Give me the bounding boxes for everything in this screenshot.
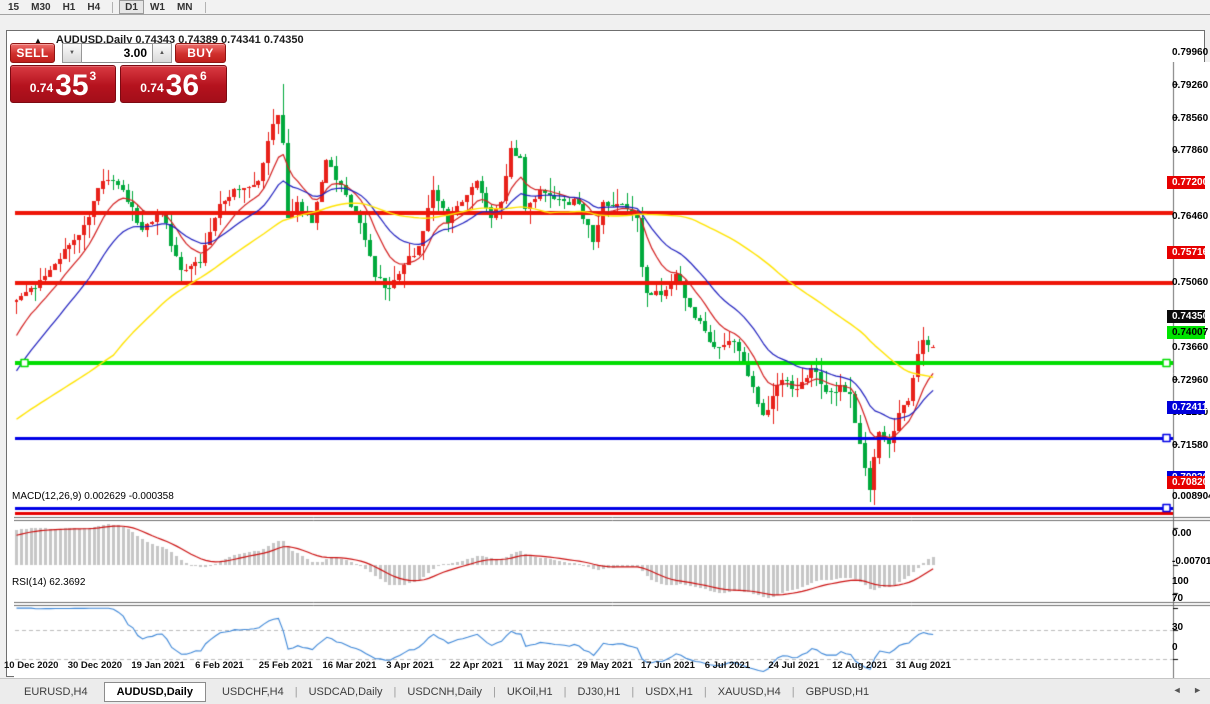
date-axis-label: 19 Jan 2021 xyxy=(131,660,184,671)
date-axis-label: 3 Apr 2021 xyxy=(386,660,434,671)
price-axis-label: 0.75060 xyxy=(1172,277,1208,288)
current-price-badge: 0.74350 xyxy=(1167,310,1205,323)
toolbar-separator xyxy=(112,2,113,13)
toolbar-separator xyxy=(205,2,206,13)
lot-size-input[interactable] xyxy=(82,43,152,63)
timeframe-button-m30[interactable]: M30 xyxy=(25,0,56,14)
rsi-axis-label: 100 xyxy=(1172,576,1189,587)
tab-usdcad-daily[interactable]: USDCAD,Daily xyxy=(299,683,393,701)
date-axis-label: 16 Mar 2021 xyxy=(323,660,377,671)
macd-axis-label: -0.007013 xyxy=(1172,556,1210,567)
date-axis-label: 11 May 2021 xyxy=(514,660,569,671)
timeframe-button-d1[interactable]: D1 xyxy=(119,0,144,14)
tab-scroll-left-icon[interactable]: ◄ xyxy=(1173,685,1182,695)
tab-usdcnh-daily[interactable]: USDCNH,Daily xyxy=(397,683,492,701)
price-chart-canvas[interactable] xyxy=(14,62,1210,685)
tab-eurusd-h4[interactable]: EURUSD,H4 xyxy=(14,683,98,701)
timeframe-button-15[interactable]: 15 xyxy=(2,0,25,14)
mt4-application: 15M30H1H4D1W1MN ▲ AUDUSD,Daily 0.74343 0… xyxy=(0,0,1210,704)
date-axis-label: 12 Aug 2021 xyxy=(832,660,887,671)
buy-price-prefix: 0.74 xyxy=(140,81,163,95)
sell-price-big: 35 xyxy=(55,73,88,99)
price-axis-label: 0.76460 xyxy=(1172,211,1208,222)
price-line-badge: 0.70820 xyxy=(1167,476,1205,489)
date-axis-label: 22 Apr 2021 xyxy=(450,660,503,671)
tab-ukoil-h1[interactable]: UKOil,H1 xyxy=(497,683,563,701)
price-line-badge: 0.74007 xyxy=(1167,326,1205,339)
chart-window xyxy=(6,30,1205,677)
lot-decrease-button[interactable]: ▼ xyxy=(62,43,82,63)
date-axis-label: 6 Feb 2021 xyxy=(195,660,244,671)
chevron-up-icon: ▲ xyxy=(159,50,165,56)
price-axis-label: 0.71580 xyxy=(1172,440,1208,451)
price-line-badge: 0.75716 xyxy=(1167,246,1205,259)
price-line-badge: 0.77200 xyxy=(1167,176,1205,189)
date-axis-label: 29 May 2021 xyxy=(577,660,632,671)
tab-scroll-arrows: ◄ ► xyxy=(1164,685,1202,695)
date-axis-label: 30 Dec 2020 xyxy=(68,660,122,671)
date-axis-label: 10 Dec 2020 xyxy=(4,660,58,671)
sell-price-sup: 3 xyxy=(90,69,97,83)
symbol-tab-bar: EURUSD,H4 AUDUSD,Daily USDCHF,H4|USDCAD,… xyxy=(0,678,1210,704)
date-axis-label: 24 Jul 2021 xyxy=(768,660,819,671)
macd-axis-label: 0.00 xyxy=(1172,528,1191,539)
macd-indicator-label: MACD(12,26,9) 0.002629 -0.000358 xyxy=(12,491,174,502)
one-click-trading-panel: SELL ▼ ▲ BUY 0.74 35 3 0.74 36 6 xyxy=(10,43,228,103)
price-axis-label: 0.72960 xyxy=(1172,375,1208,386)
timeframe-toolbar: 15M30H1H4 D1W1MN xyxy=(0,0,1210,15)
rsi-axis-label: 0 xyxy=(1172,642,1178,653)
buy-price-sup: 6 xyxy=(200,69,207,83)
chevron-down-icon: ▼ xyxy=(69,50,75,56)
date-axis-label: 17 Jun 2021 xyxy=(641,660,695,671)
tab-audusd-daily[interactable]: AUDUSD,Daily xyxy=(104,682,206,702)
buy-button[interactable]: BUY xyxy=(175,43,226,63)
tab-usdx-h1[interactable]: USDX,H1 xyxy=(635,683,703,701)
date-axis-label: 31 Aug 2021 xyxy=(896,660,951,671)
timeframe-button-h4[interactable]: H4 xyxy=(81,0,106,14)
rsi-axis-label: 30 xyxy=(1172,622,1183,633)
price-axis-label: 0.77860 xyxy=(1172,145,1208,156)
timeframe-button-h1[interactable]: H1 xyxy=(57,0,82,14)
sell-price-display[interactable]: 0.74 35 3 xyxy=(10,65,116,103)
date-axis-label: 6 Jul 2021 xyxy=(705,660,750,671)
tab-usdchf-h4[interactable]: USDCHF,H4 xyxy=(212,683,294,701)
price-axis-label: 0.73660 xyxy=(1172,342,1208,353)
price-axis-label: 0.79260 xyxy=(1172,80,1208,91)
tab-scroll-right-icon[interactable]: ► xyxy=(1193,685,1202,695)
price-axis-label: 0.78560 xyxy=(1172,113,1208,124)
buy-price-display[interactable]: 0.74 36 6 xyxy=(120,65,227,103)
rsi-axis-label: 70 xyxy=(1172,593,1183,604)
price-line-badge: 0.72411 xyxy=(1167,401,1205,414)
macd-axis-label: 0.008904 xyxy=(1172,491,1210,502)
sell-button[interactable]: SELL xyxy=(10,43,55,63)
tab-dj30-h1[interactable]: DJ30,H1 xyxy=(568,683,631,701)
buy-price-big: 36 xyxy=(166,73,199,99)
tab-gbpusd-h1[interactable]: GBPUSD,H1 xyxy=(796,683,880,701)
timeframe-button-w1[interactable]: W1 xyxy=(144,0,171,14)
rsi-indicator-label: RSI(14) 62.3692 xyxy=(12,577,85,588)
date-axis-label: 25 Feb 2021 xyxy=(259,660,313,671)
price-axis-label: 0.79960 xyxy=(1172,47,1208,58)
lot-increase-button[interactable]: ▲ xyxy=(152,43,172,63)
sell-price-prefix: 0.74 xyxy=(30,81,53,95)
tab-xauusd-h4[interactable]: XAUUSD,H4 xyxy=(708,683,791,701)
timeframe-button-mn[interactable]: MN xyxy=(171,0,199,14)
